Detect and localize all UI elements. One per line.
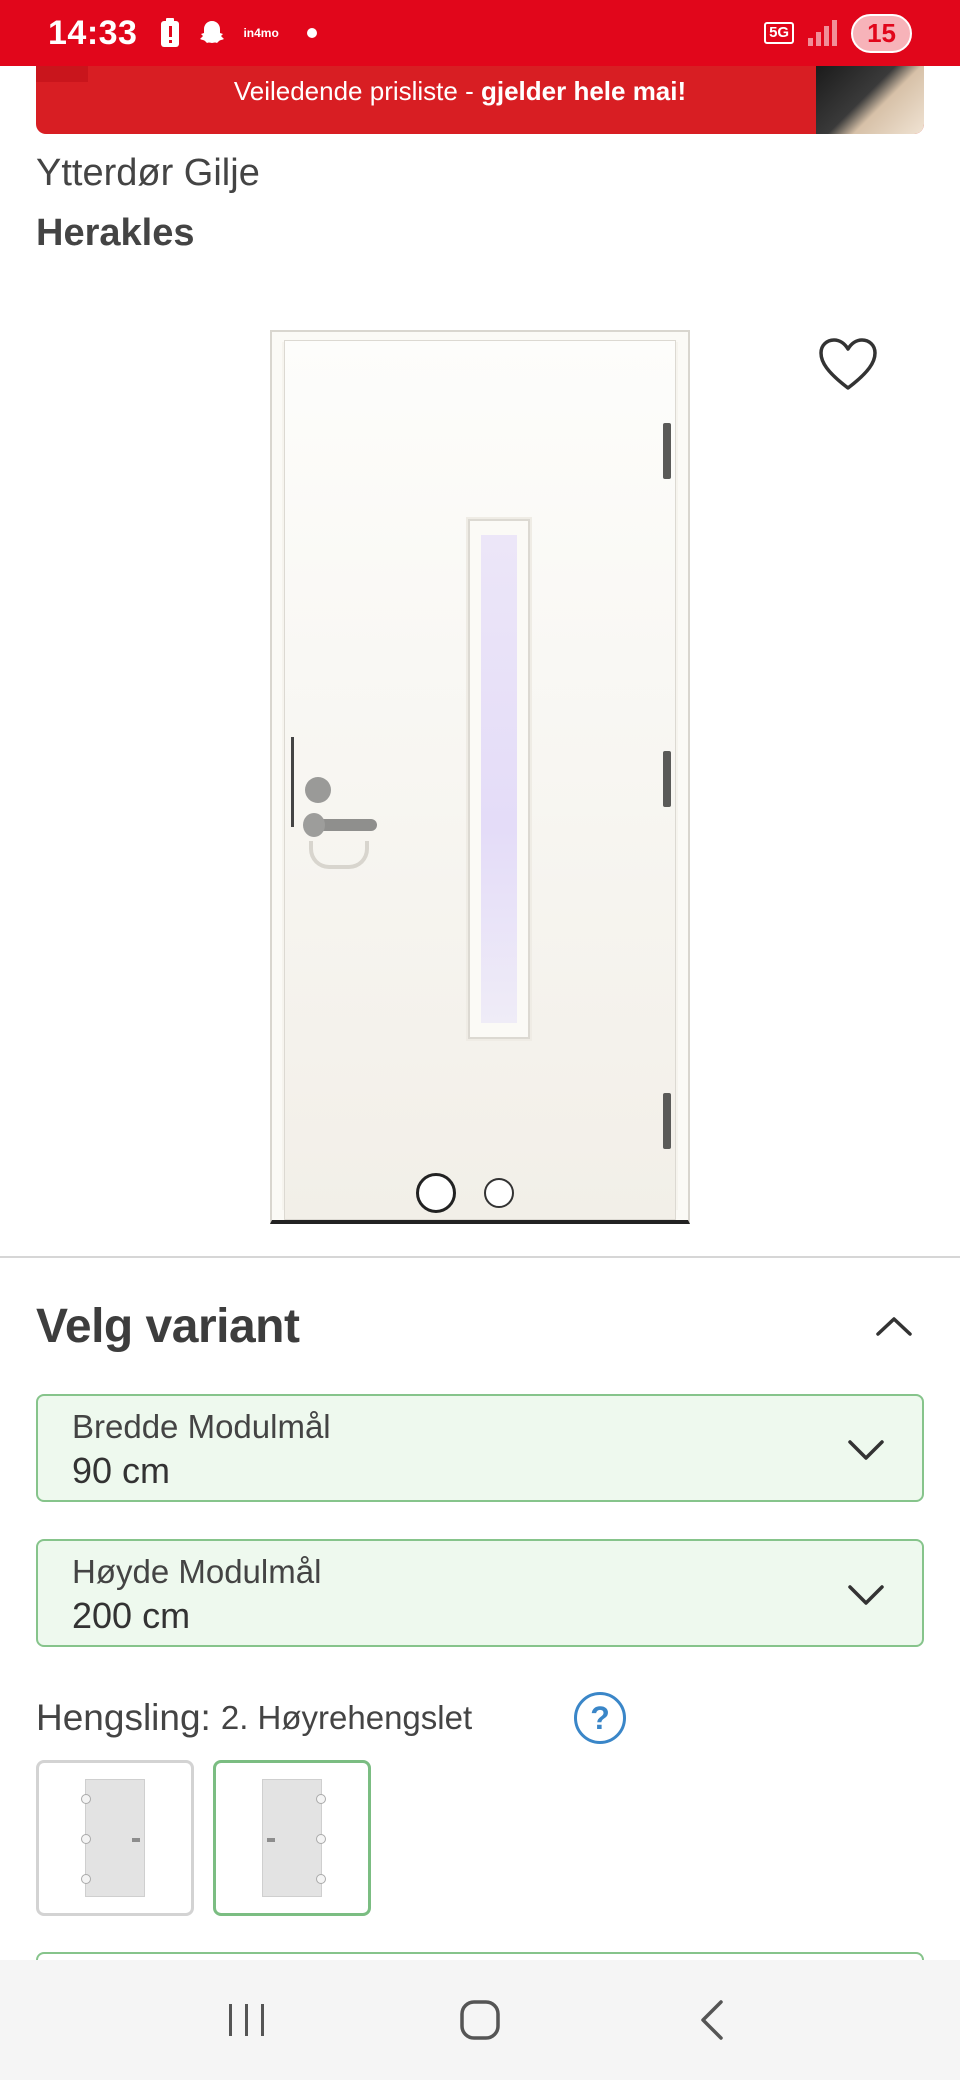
chevron-down-icon (848, 1440, 884, 1460)
door-hinge-middle (663, 751, 671, 807)
back-icon (701, 2000, 724, 2040)
door-handle-shadow (309, 841, 369, 869)
alert-battery-icon (161, 18, 180, 47)
hinge-value: 2. Høyrehengslet (220, 1699, 473, 1736)
left-hinged-door-thumbnail (81, 1779, 145, 1897)
promo-left-block (36, 66, 88, 82)
network-badge: 5G (764, 22, 795, 44)
home-icon (460, 2000, 500, 2040)
home-button[interactable] (440, 1980, 520, 2060)
door-window (468, 519, 530, 1039)
chevron-down-icon (848, 1585, 884, 1605)
variant-title: Velg variant (36, 1299, 300, 1353)
system-nav-bar (0, 1960, 960, 2080)
height-select[interactable]: Høyde Modulmål 200 cm (36, 1539, 924, 1647)
status-time: 14:33 (48, 13, 138, 52)
width-select-label: Bredde Modulmål (72, 1408, 331, 1445)
height-select-label: Høyde Modulmål (72, 1553, 322, 1590)
more-notifications-dot (306, 28, 317, 38)
width-select-value: 90 cm (72, 1450, 171, 1491)
status-right: 5G 15 (764, 13, 912, 53)
mini-handle (132, 1838, 140, 1842)
signal-icon (808, 20, 838, 46)
door-edge-strip (291, 737, 294, 827)
section-divider (0, 1256, 960, 1258)
product-name: Herakles (36, 212, 195, 254)
mini-hinge (316, 1794, 326, 1804)
hinge-option-right[interactable] (213, 1760, 371, 1916)
gallery-pagination (0, 1173, 960, 1213)
promo-text: Veiledende prisliste - gjelder hele mai! (234, 76, 686, 107)
door-hinge-bottom (663, 1093, 671, 1149)
collapse-button[interactable] (864, 1296, 924, 1356)
status-bar: 14:33 in4mo 5G 15 (0, 0, 960, 66)
door-lock (305, 777, 331, 803)
door-image (270, 330, 690, 1224)
promo-text-bold: gjelder hele mai! (480, 75, 687, 106)
door-hinge-top (663, 423, 671, 479)
right-hinged-door-thumbnail (262, 1779, 326, 1897)
mini-hinge (81, 1834, 91, 1844)
hinge-row: Hengsling: 2. Høyrehengslet ? (36, 1690, 924, 1746)
product-category: Ytterdør Gilje (36, 152, 260, 194)
help-button[interactable]: ? (574, 1692, 626, 1744)
mini-handle (267, 1838, 275, 1842)
hinge-label: Hengsling: (36, 1697, 211, 1738)
promo-text-normal: Veiledende prisliste - (233, 75, 481, 106)
gallery-dot-1[interactable] (416, 1173, 456, 1213)
back-button[interactable] (673, 1980, 753, 2060)
door-panel (284, 340, 676, 1220)
promo-photo (816, 66, 924, 134)
mini-hinge (316, 1834, 326, 1844)
recent-apps-icon (228, 2004, 264, 2036)
product-gallery[interactable] (0, 310, 960, 1230)
heart-icon (819, 338, 877, 390)
door-handle-rose (303, 813, 325, 837)
width-select[interactable]: Bredde Modulmål 90 cm (36, 1394, 924, 1502)
height-select-value: 200 cm (72, 1595, 191, 1636)
chevron-up-icon (876, 1317, 912, 1336)
favorite-button[interactable] (816, 332, 880, 396)
app-label: in4mo (243, 26, 279, 40)
mini-hinge (316, 1874, 326, 1884)
status-notification-icons: in4mo (159, 18, 317, 48)
snapchat-icon (200, 21, 225, 43)
mini-hinge (81, 1794, 91, 1804)
gallery-dot-2[interactable] (484, 1178, 514, 1208)
mini-hinge (81, 1874, 91, 1884)
notification-count-badge: 15 (851, 13, 912, 53)
hinge-option-left[interactable] (36, 1760, 194, 1916)
promo-banner[interactable]: Veiledende prisliste - gjelder hele mai! (36, 66, 924, 134)
door-glass (481, 535, 517, 1023)
recent-apps-button[interactable] (207, 1980, 287, 2060)
variant-header[interactable]: Velg variant (36, 1296, 924, 1356)
